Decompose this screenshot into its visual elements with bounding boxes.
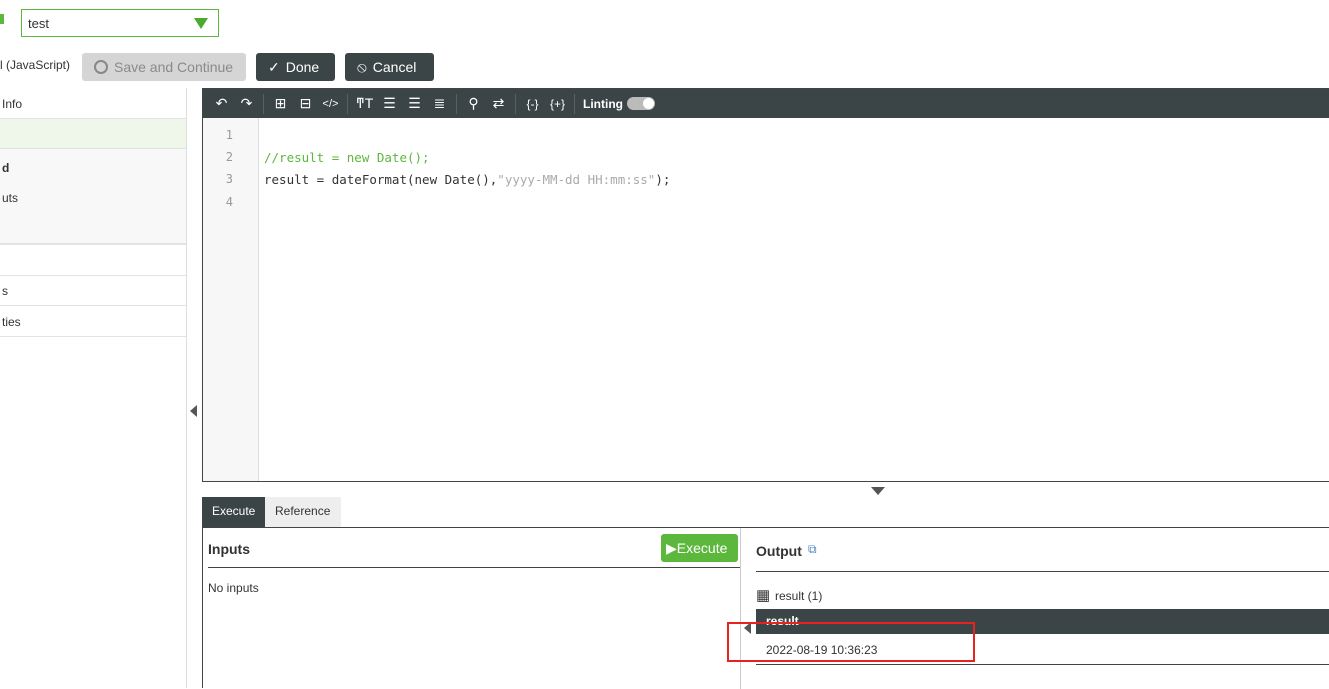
no-inputs-text: No inputs — [208, 581, 259, 595]
sidebar-item[interactable]: d — [2, 161, 9, 175]
highlight-box — [727, 622, 975, 662]
inputs-title: Inputs — [208, 541, 250, 557]
tab-reference[interactable]: Reference — [265, 497, 341, 527]
font-size-icon[interactable]: ͳT — [352, 95, 377, 112]
divider — [756, 571, 1329, 572]
execute-panel: Inputs ▶Execute No inputs Output ⧉ ▦ res… — [202, 527, 1329, 689]
remove-comment-icon[interactable]: ⊟ — [293, 95, 318, 112]
divider — [208, 567, 740, 568]
sidebar: Info d uts s ties — [0, 88, 187, 688]
line-gutter: 1 2 3 4 — [203, 118, 259, 481]
execute-label: Execute — [676, 540, 728, 556]
execute-button[interactable]: ▶Execute — [661, 534, 738, 562]
sidebar-item[interactable]: Info — [0, 88, 186, 119]
search-icon[interactable]: ⚲ — [461, 95, 486, 112]
script-select[interactable]: test — [21, 9, 219, 37]
indent-icon[interactable]: ☰ — [402, 95, 427, 112]
tab-execute[interactable]: Execute — [202, 497, 266, 527]
line-number: 2 — [225, 150, 233, 164]
result-table-label[interactable]: result (1) — [775, 589, 822, 603]
chevron-down-icon — [194, 18, 208, 29]
code-icon[interactable]: </> — [318, 98, 343, 110]
check-icon: ✓ — [268, 58, 280, 75]
collapse-sidebar-handle[interactable] — [190, 405, 197, 417]
output-panel: Output ⧉ ▦ result (1) result 2022-08-19 … — [755, 528, 1329, 689]
outdent-icon[interactable]: ☰ — [377, 95, 402, 112]
unfold-icon[interactable]: {+} — [545, 97, 570, 111]
save-continue-button[interactable]: Save and Continue — [82, 53, 246, 81]
code-text: ); — [655, 172, 671, 187]
language-label: l (JavaScript) — [0, 58, 71, 72]
line-number: 1 — [225, 128, 233, 142]
sidebar-group: d uts — [0, 149, 186, 245]
fold-icon[interactable]: {-} — [520, 97, 545, 111]
sidebar-item[interactable]: uts — [2, 191, 18, 205]
done-label: Done — [285, 59, 320, 75]
code-editor[interactable]: ↶ ↷ ⊞ ⊟ </> ͳT ☰ ☰ ≣ ⚲ ⇄ {-} {+} Linting 1 2 3 4… — [202, 88, 1329, 482]
sidebar-item[interactable]: s — [0, 276, 186, 306]
justify-icon[interactable]: ≣ — [427, 95, 452, 112]
line-number: 3 — [225, 172, 233, 186]
popout-icon[interactable]: ⧉ — [808, 542, 817, 557]
save-continue-label: Save and Continue — [114, 59, 234, 75]
linting-toggle[interactable] — [626, 97, 655, 110]
select-value: test — [28, 16, 49, 31]
add-comment-icon[interactable]: ⊞ — [268, 95, 293, 112]
code-line-2: //result = new Date(); — [264, 150, 430, 165]
linting-label: Linting — [583, 96, 623, 111]
code-string: "yyyy-MM-dd HH:mm:ss" — [497, 172, 656, 187]
table-icon: ▦ — [756, 587, 771, 604]
undo-icon[interactable]: ↶ — [209, 95, 234, 112]
replace-icon[interactable]: ⇄ — [486, 95, 511, 112]
code-line-3: result = dateFormat(new Date(),"yyyy-MM-… — [264, 172, 670, 187]
title-fragment — [0, 14, 4, 24]
resize-handle[interactable] — [871, 487, 885, 495]
circle-icon — [94, 60, 108, 74]
sidebar-item-selected[interactable] — [0, 119, 186, 149]
cancel-label: Cancel — [372, 59, 417, 75]
code-text: result = dateFormat(new Date(), — [264, 172, 498, 187]
ban-icon: ⦸ — [357, 58, 367, 76]
redo-icon[interactable]: ↷ — [234, 95, 259, 112]
sidebar-item[interactable] — [0, 246, 186, 276]
line-number: 4 — [225, 195, 233, 209]
sidebar-item[interactable]: ties — [0, 306, 186, 337]
inputs-panel: Inputs ▶Execute No inputs — [203, 528, 741, 689]
cancel-button[interactable]: ⦸ Cancel — [345, 53, 434, 81]
editor-toolbar: ↶ ↷ ⊞ ⊟ </> ͳT ☰ ☰ ≣ ⚲ ⇄ {-} {+} Linting — [203, 89, 1329, 118]
done-button[interactable]: ✓ Done — [256, 53, 335, 81]
output-title: Output — [756, 543, 802, 559]
